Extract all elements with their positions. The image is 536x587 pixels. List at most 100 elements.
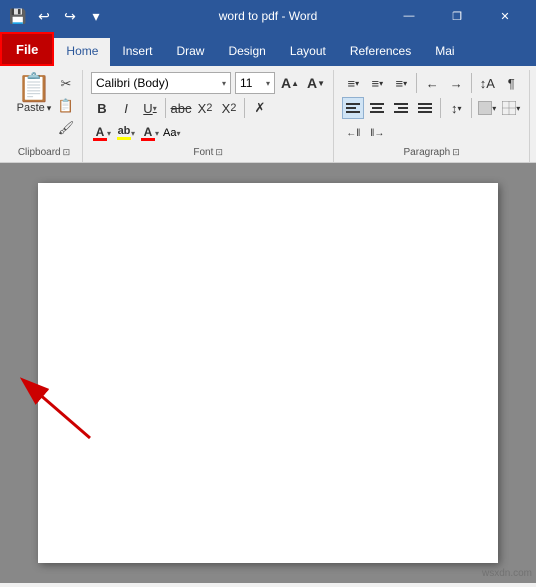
- highlight-bar: [117, 137, 131, 140]
- shading-dropdown: ▾: [492, 104, 496, 113]
- multilevel-list-button[interactable]: ≡▾: [390, 72, 412, 94]
- font-size-decrease-button[interactable]: A▼: [305, 72, 327, 94]
- shading-button[interactable]: ▾: [476, 97, 498, 119]
- highlight-btn-inner: ab: [117, 126, 131, 140]
- window-title: word to pdf - Word: [219, 9, 317, 23]
- tab-file[interactable]: File: [0, 32, 54, 66]
- paragraph-group: ≡▾ ≡▾ ≡▾ ← → ↕A ¶: [334, 70, 530, 162]
- strikethrough-button[interactable]: abc: [170, 97, 192, 119]
- paste-button[interactable]: 📋 Paste ▾: [12, 72, 56, 116]
- paste-dropdown-arrow[interactable]: ▾: [47, 103, 52, 114]
- justify-icon: [418, 101, 432, 115]
- paragraph-group-content: ≡▾ ≡▾ ≡▾ ← → ↕A ¶: [342, 72, 522, 147]
- redo-icon[interactable]: ↪: [60, 6, 80, 26]
- justify-button[interactable]: [414, 97, 436, 119]
- tab-references[interactable]: References: [338, 38, 423, 66]
- decrease-indent-button[interactable]: ←: [421, 72, 443, 94]
- document-area: wsxdn.com: [0, 163, 536, 583]
- undo-icon[interactable]: ↩: [34, 6, 54, 26]
- font-size-selector[interactable]: 11 ▾: [235, 72, 275, 94]
- paragraph-list-row: ≡▾ ≡▾ ≡▾ ← → ↕A ¶: [342, 72, 522, 94]
- tab-design[interactable]: Design: [216, 38, 277, 66]
- title-bar: 💾 ↩ ↪ ▾ word to pdf - Word — ❐ ✕: [0, 0, 536, 32]
- indent-left-button[interactable]: ←‖: [342, 122, 364, 144]
- document-page[interactable]: [38, 183, 498, 563]
- text-color-dropdown: ▾: [155, 129, 159, 138]
- quick-access-toolbar: 💾 ↩ ↪ ▾: [8, 6, 106, 26]
- customize-quick-access-icon[interactable]: ▾: [86, 6, 106, 26]
- paragraph-align-row: ↕▾ ▾ ▾: [342, 97, 522, 119]
- align-center-button[interactable]: [366, 97, 388, 119]
- font-group: Calibri (Body) ▾ 11 ▾ A▲ A▼ B I U▾ abc: [83, 70, 334, 162]
- bold-button[interactable]: B: [91, 97, 113, 119]
- paragraph-group-label: Paragraph ⊡: [342, 147, 521, 160]
- sort-button[interactable]: ↕A: [476, 72, 498, 94]
- watermark: wsxdn.com: [482, 568, 532, 579]
- line-spacing-button[interactable]: ↕▾: [445, 97, 467, 119]
- tab-layout[interactable]: Layout: [278, 38, 338, 66]
- font-color-row: A ▾ ab ▾ A ▾: [91, 122, 180, 144]
- increase-indent-button[interactable]: →: [445, 72, 467, 94]
- subscript-button[interactable]: X2: [194, 97, 216, 119]
- window-controls: — ❐ ✕: [386, 0, 528, 32]
- font-selector-row: Calibri (Body) ▾ 11 ▾ A▲ A▼: [91, 72, 327, 94]
- underline-button[interactable]: U▾: [139, 97, 161, 119]
- font-color-dropdown: ▾: [107, 129, 111, 138]
- cut-button[interactable]: ✂: [56, 74, 76, 94]
- align-left-icon: [346, 101, 360, 115]
- aa-button[interactable]: Aa▾: [163, 127, 180, 139]
- bullets-button[interactable]: ≡▾: [342, 72, 364, 94]
- paragraph-expand-icon[interactable]: ⊡: [452, 147, 460, 158]
- italic-button[interactable]: I: [115, 97, 137, 119]
- clear-formatting-button[interactable]: ✗: [249, 97, 271, 119]
- paste-label: Paste: [17, 102, 45, 114]
- close-button[interactable]: ✕: [482, 0, 528, 32]
- indent-right-button[interactable]: ‖→: [366, 122, 388, 144]
- para-sep4: [471, 98, 472, 118]
- paste-icon: 📋: [17, 74, 52, 102]
- font-separator: [165, 98, 166, 118]
- borders-dropdown: ▾: [516, 104, 520, 113]
- save-icon[interactable]: 💾: [8, 6, 28, 26]
- align-right-button[interactable]: [390, 97, 412, 119]
- font-size-increase-button[interactable]: A▲: [279, 72, 301, 94]
- clipboard-expand-icon[interactable]: ⊡: [63, 147, 71, 158]
- font-name-selector[interactable]: Calibri (Body) ▾: [91, 72, 231, 94]
- tab-mailings[interactable]: Mai: [423, 38, 466, 66]
- font-group-label: Font ⊡: [91, 147, 325, 160]
- text-highlight-button[interactable]: ab ▾: [115, 122, 137, 144]
- text-color-btn-inner: A: [141, 126, 155, 141]
- ribbon-tabs: File Home Insert Draw Design Layout Refe…: [0, 32, 536, 66]
- font-group-content: Calibri (Body) ▾ 11 ▾ A▲ A▼ B I U▾ abc: [91, 72, 327, 147]
- align-left-button[interactable]: [342, 97, 364, 119]
- text-color-button[interactable]: A ▾: [139, 122, 161, 144]
- para-sep1: [416, 73, 417, 93]
- clipboard-side-buttons: ✂ 📋 🖌: [56, 72, 76, 140]
- text-color-bar: [141, 138, 155, 141]
- font-color-btn-inner: A: [93, 126, 107, 141]
- copy-button[interactable]: 📋: [56, 96, 76, 116]
- restore-button[interactable]: ❐: [434, 0, 480, 32]
- underline-dropdown-arrow: ▾: [153, 104, 157, 113]
- font-separator2: [244, 98, 245, 118]
- font-name-dropdown-arrow: ▾: [222, 79, 226, 88]
- show-marks-button[interactable]: ¶: [500, 72, 522, 94]
- ribbon-body: 📋 Paste ▾ ✂ 📋 🖌 Clipboard ⊡ Calibri (Bo: [0, 66, 536, 163]
- tab-home[interactable]: Home: [54, 38, 110, 66]
- font-color-bar: [93, 138, 107, 141]
- superscript-button[interactable]: X2: [218, 97, 240, 119]
- borders-button[interactable]: ▾: [500, 97, 522, 119]
- tab-draw[interactable]: Draw: [164, 38, 216, 66]
- font-expand-icon[interactable]: ⊡: [215, 147, 223, 158]
- font-format-row: B I U▾ abc X2 X2 ✗: [91, 97, 271, 119]
- tab-insert[interactable]: Insert: [110, 38, 164, 66]
- borders-icon: [502, 101, 516, 115]
- para-sep3: [440, 98, 441, 118]
- numbering-button[interactable]: ≡▾: [366, 72, 388, 94]
- highlight-dropdown: ▾: [131, 129, 135, 138]
- font-size-dropdown-arrow: ▾: [266, 79, 270, 88]
- minimize-button[interactable]: —: [386, 0, 432, 32]
- font-color-button[interactable]: A ▾: [91, 122, 113, 144]
- clipboard-group-label: Clipboard ⊡: [12, 147, 76, 160]
- format-painter-button[interactable]: 🖌: [56, 118, 76, 138]
